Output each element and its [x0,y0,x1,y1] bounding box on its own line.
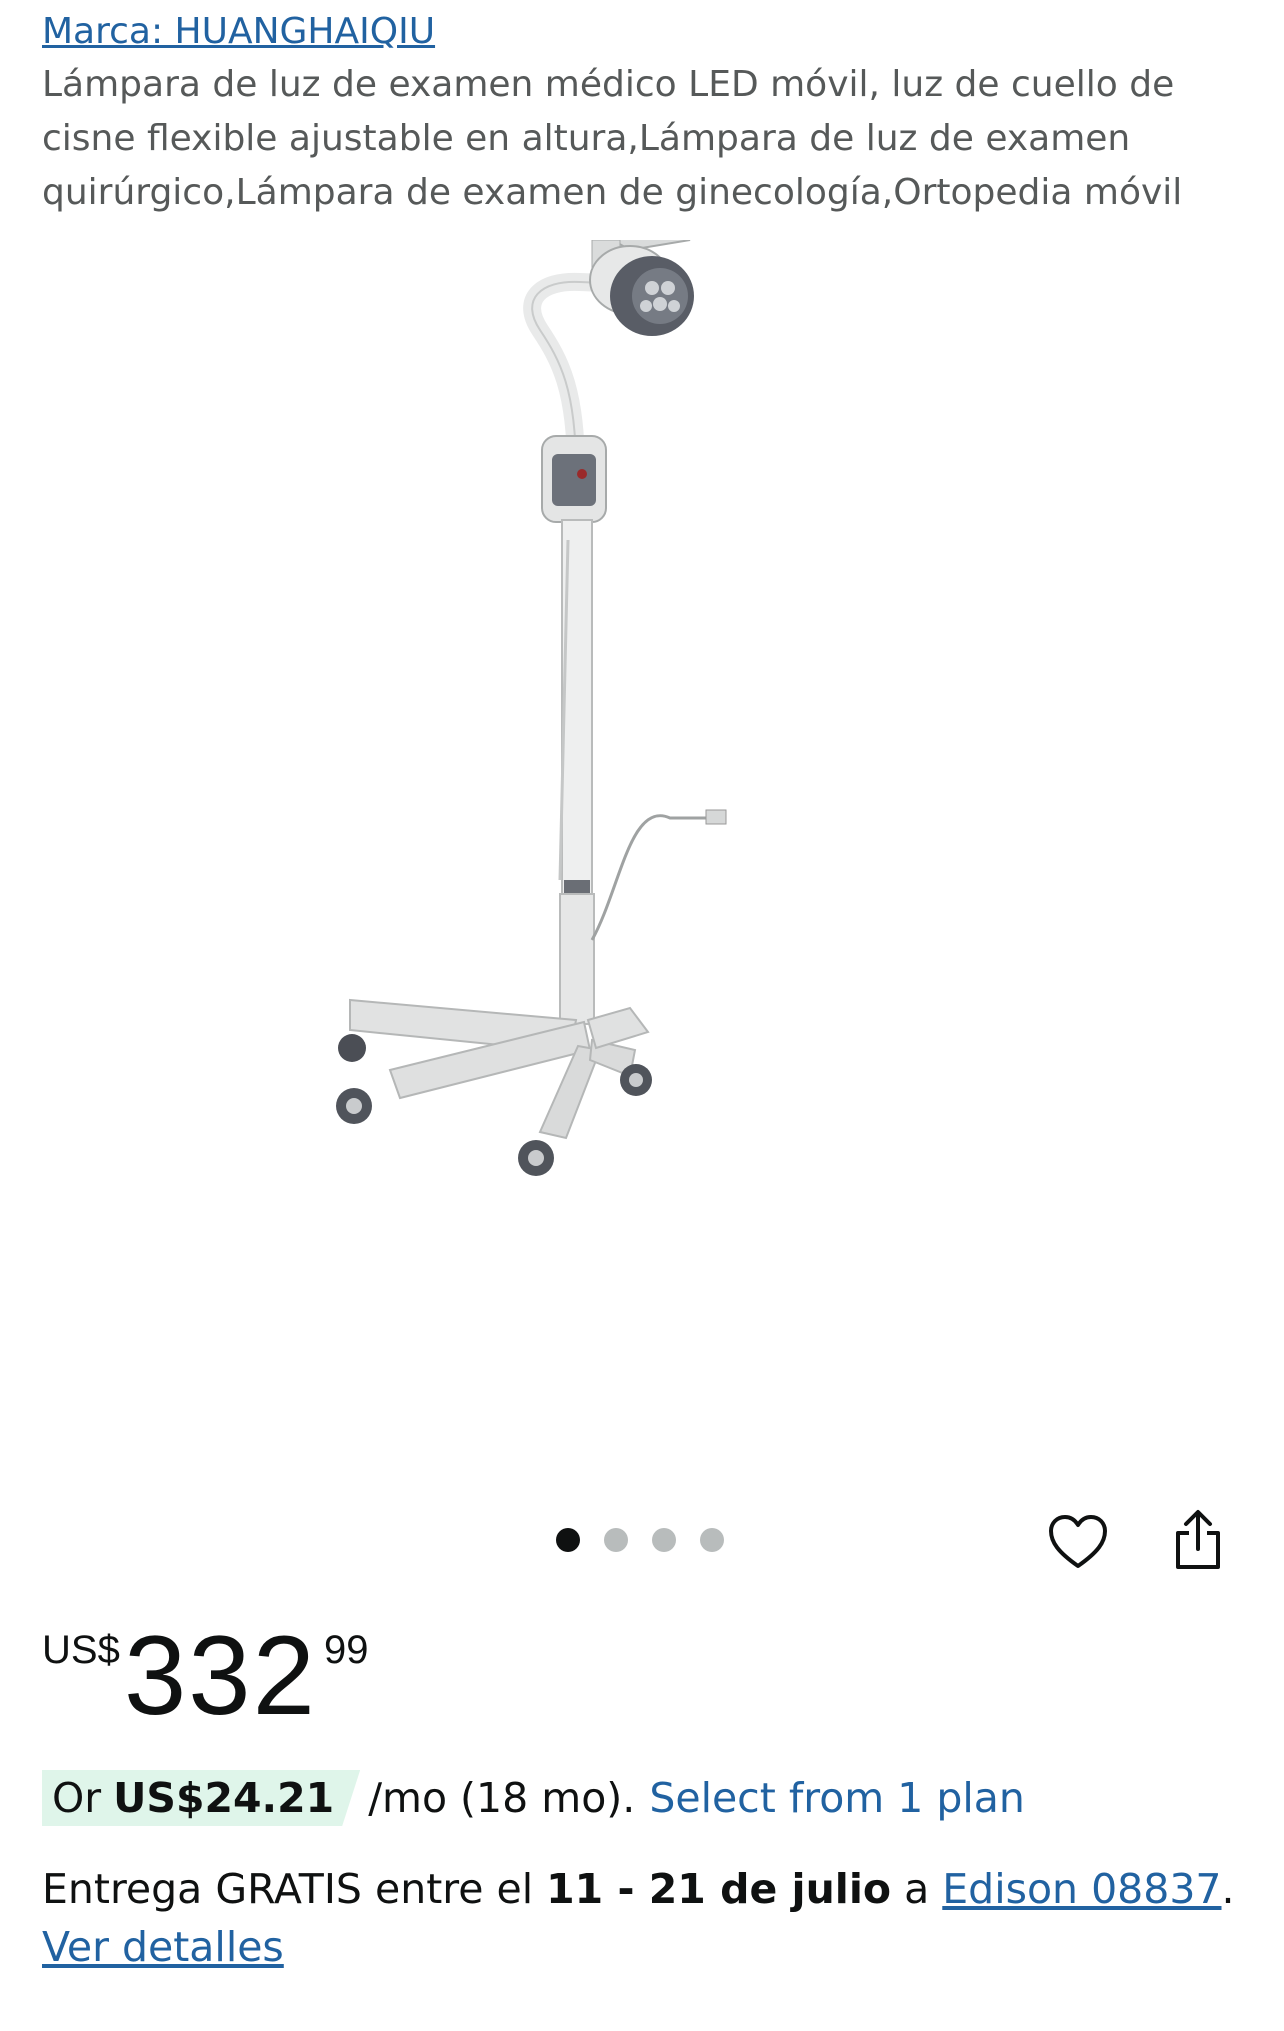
delivery-period: . [1221,1865,1235,1913]
delivery-prefix: Entrega GRATIS entre el [42,1865,534,1913]
installment-badge: Or US$24.21 [42,1770,360,1826]
image-carousel-dots[interactable] [556,1528,724,1552]
carousel-dot-2[interactable] [604,1528,628,1552]
heart-icon [1049,1515,1107,1568]
delivery-dates: 11 - 21 de julio [546,1865,892,1913]
select-plan-link[interactable]: Select from 1 plan [649,1770,1025,1826]
installment-or: Or [52,1774,102,1822]
product-image[interactable] [330,240,890,1440]
carousel-dot-4[interactable] [700,1528,724,1552]
delivery-location-link[interactable]: Edison 08837 [942,1865,1221,1913]
installment-period: /mo (18 mo). [368,1774,636,1822]
share-button[interactable] [1166,1508,1230,1572]
installment-amount: US$24.21 [113,1774,335,1822]
carousel-dot-1[interactable] [556,1528,580,1552]
delivery-details-link[interactable]: Ver detalles [42,1923,284,1971]
favorite-button[interactable] [1046,1510,1110,1574]
installment-offer: Or US$24.21 /mo (18 mo). Select from 1 p… [42,1770,1025,1826]
delivery-info: Entrega GRATIS entre el 11 - 21 de julio… [42,1860,1242,1976]
delivery-to: a [904,1865,930,1913]
share-icon [1176,1510,1220,1569]
price-whole: 332 [124,1613,317,1738]
price-fraction: 99 [324,1628,369,1672]
carousel-dot-3[interactable] [652,1528,676,1552]
product-title: Lámpara de luz de examen médico LED móvi… [42,64,1183,213]
price-currency: US$ [42,1628,120,1672]
brand-link[interactable]: Marca: HUANGHAIQIU [42,8,435,56]
